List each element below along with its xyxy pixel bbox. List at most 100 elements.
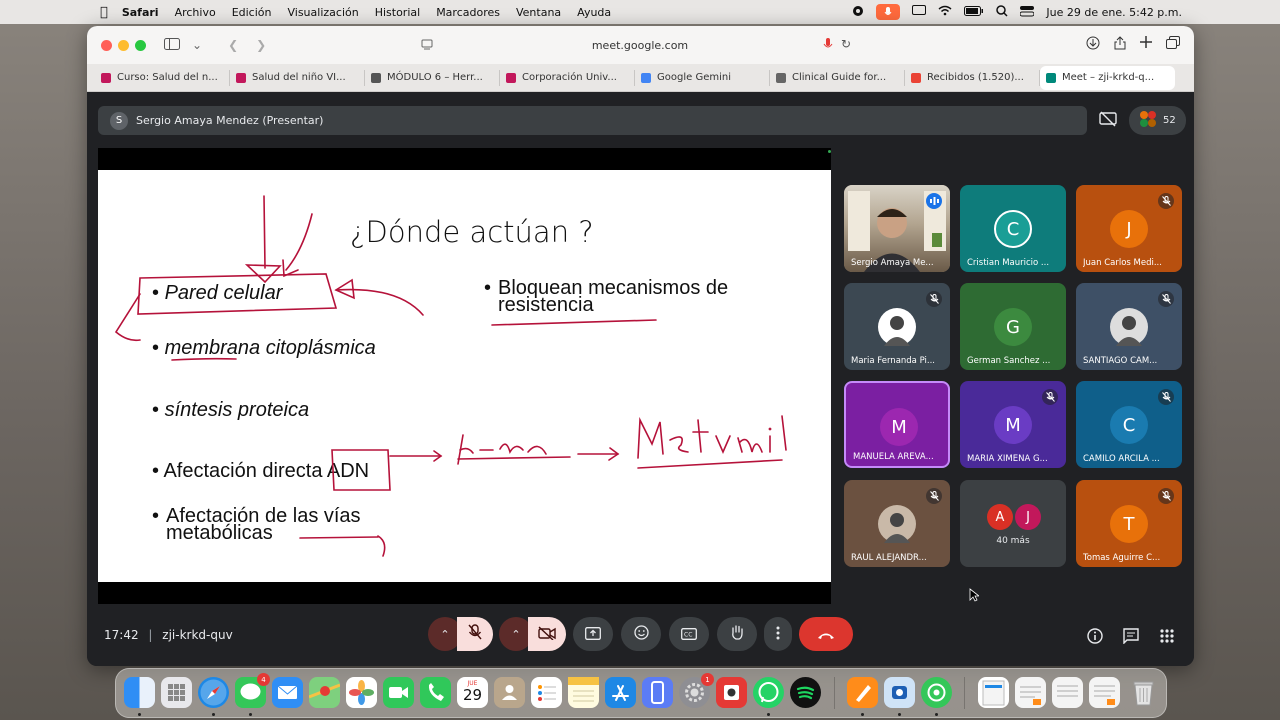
browser-tab[interactable]: Corporación Univ... xyxy=(500,69,635,86)
wifi-icon[interactable] xyxy=(938,5,952,19)
new-tab-icon[interactable] xyxy=(1140,36,1152,54)
control-center-icon[interactable] xyxy=(1019,5,1035,20)
menu-visualizacion[interactable]: Visualización xyxy=(287,6,358,19)
whatsapp-icon[interactable] xyxy=(753,677,784,708)
microphone-indicator-icon[interactable] xyxy=(876,4,901,20)
address-bar[interactable]: meet.google.com ↻ xyxy=(415,32,865,58)
menu-historial[interactable]: Historial xyxy=(375,6,420,19)
app-store-icon[interactable] xyxy=(605,677,636,708)
participants-button[interactable]: 52 xyxy=(1129,106,1186,135)
participant-tile[interactable]: C CAMILO ARCILA ... xyxy=(1076,381,1182,468)
browser-tab[interactable]: MÓDULO 6 – Herr... xyxy=(365,69,500,86)
system-settings-icon[interactable]: 1 xyxy=(679,673,714,708)
mic-muted-icon xyxy=(1158,193,1174,209)
forward-button[interactable]: ❯ xyxy=(256,38,266,52)
participant-tile[interactable]: RAUL ALEJANDR... xyxy=(844,480,950,567)
avatar: C xyxy=(994,210,1032,248)
participant-tile[interactable]: T Tomas Aguirre C... xyxy=(1076,480,1182,567)
reload-icon[interactable]: ↻ xyxy=(841,37,851,51)
photos-icon[interactable] xyxy=(346,677,377,708)
raise-hand-button[interactable] xyxy=(717,617,757,651)
leave-call-button[interactable] xyxy=(799,617,853,651)
screen-mirroring-icon[interactable] xyxy=(912,5,927,19)
downloads-icon[interactable] xyxy=(1086,36,1100,54)
trash-icon[interactable] xyxy=(1128,677,1159,708)
minimize-window-button[interactable] xyxy=(118,39,129,51)
safari-icon[interactable] xyxy=(198,677,229,708)
participant-name: Juan Carlos Medi... xyxy=(1083,258,1162,268)
participant-tile[interactable]: J Juan Carlos Medi... xyxy=(1076,185,1182,272)
menu-ayuda[interactable]: Ayuda xyxy=(577,6,611,19)
menu-marcadores[interactable]: Marcadores xyxy=(436,6,500,19)
document-thumbnail-icon[interactable] xyxy=(1052,677,1083,708)
hang-up-icon xyxy=(817,625,835,644)
browser-tab[interactable]: Google Gemini xyxy=(635,69,770,86)
close-window-button[interactable] xyxy=(101,39,112,51)
launchpad-icon[interactable] xyxy=(161,677,192,708)
spotlight-search-icon[interactable] xyxy=(996,4,1008,20)
reactions-button[interactable] xyxy=(621,617,661,651)
document-thumbnail-icon[interactable] xyxy=(1015,677,1046,708)
iphone-mirroring-icon[interactable] xyxy=(642,677,673,708)
menu-archivo[interactable]: Archivo xyxy=(175,6,216,19)
participant-tile[interactable]: Sergio Amaya Me... xyxy=(844,185,950,272)
messages-icon[interactable]: 4 xyxy=(235,673,270,708)
document-thumbnail-icon[interactable] xyxy=(1089,677,1120,708)
chevron-down-icon[interactable]: ⌄ xyxy=(192,38,202,52)
sidebar-toggle-icon[interactable] xyxy=(164,37,180,53)
app-menu[interactable]: Safari xyxy=(122,6,159,19)
browser-tab[interactable]: Recibidos (1.520)... xyxy=(905,69,1040,86)
camera-toggle-button[interactable] xyxy=(528,617,566,651)
mail-icon[interactable] xyxy=(272,677,303,708)
mic-active-icon[interactable] xyxy=(823,38,833,54)
maps-icon[interactable] xyxy=(308,677,341,708)
browser-tab[interactable]: Curso: Salud del n... xyxy=(95,69,230,86)
chat-icon[interactable] xyxy=(1123,628,1139,648)
facetime-icon[interactable] xyxy=(383,677,414,708)
activities-icon[interactable] xyxy=(1160,628,1174,647)
present-screen-button[interactable] xyxy=(573,617,613,651)
url-text[interactable]: meet.google.com xyxy=(592,39,688,52)
document-thumbnail-icon[interactable] xyxy=(978,677,1009,708)
find-my-icon[interactable] xyxy=(921,677,952,708)
more-participants-tile[interactable]: A J 40 más xyxy=(960,480,1066,567)
contacts-icon[interactable] xyxy=(494,677,525,708)
participant-tile[interactable]: M MANUELA ARÉVA... xyxy=(844,381,950,468)
microphone-toggle-button[interactable] xyxy=(457,617,493,651)
page-settings-icon[interactable] xyxy=(421,38,433,53)
zoom-app-icon[interactable] xyxy=(884,677,915,708)
notes-icon[interactable] xyxy=(568,677,599,708)
menu-edicion[interactable]: Edición xyxy=(232,6,272,19)
participant-tile[interactable]: Maria Fernanda Pi... xyxy=(844,283,950,370)
record-icon[interactable] xyxy=(852,5,864,20)
stop-presenting-view-icon[interactable] xyxy=(1099,111,1117,130)
menu-ventana[interactable]: Ventana xyxy=(516,6,561,19)
browser-tab[interactable]: Meet – zji-krkd-q... xyxy=(1040,65,1175,90)
share-icon[interactable] xyxy=(1114,36,1126,54)
meeting-details-icon[interactable] xyxy=(1087,628,1103,648)
menubar-clock[interactable]: Jue 29 de ene. 5:42 p.m. xyxy=(1046,6,1182,19)
captions-button[interactable]: CC xyxy=(669,617,709,651)
apple-icon[interactable]:  xyxy=(100,5,108,20)
phone-icon[interactable] xyxy=(420,677,451,708)
participant-tile[interactable]: M MARIA XIMENA G... xyxy=(960,381,1066,468)
tab-overview-icon[interactable] xyxy=(1166,36,1180,54)
finder-icon[interactable] xyxy=(124,677,155,708)
calendar-icon[interactable]: JUE 29 xyxy=(457,677,488,708)
pages-icon[interactable] xyxy=(847,677,878,708)
tab-favicon-icon xyxy=(371,72,381,83)
participant-tile[interactable]: SANTIAGO CAM... xyxy=(1076,283,1182,370)
more-options-button[interactable] xyxy=(764,617,792,651)
reminders-icon[interactable] xyxy=(531,677,562,708)
spotify-icon[interactable] xyxy=(790,677,821,708)
dock-divider xyxy=(964,677,965,709)
zoom-window-button[interactable] xyxy=(135,39,146,51)
participant-tile[interactable]: G German Sanchez ... xyxy=(960,283,1066,370)
avatar: J xyxy=(1015,504,1041,530)
photo-booth-icon[interactable] xyxy=(716,677,747,708)
battery-icon[interactable] xyxy=(964,5,984,19)
browser-tab[interactable]: Clinical Guide for... xyxy=(770,69,905,86)
participant-tile[interactable]: C Cristian Mauricio ... xyxy=(960,185,1066,272)
back-button[interactable]: ❮ xyxy=(228,38,238,52)
browser-tab[interactable]: Salud del niño VI... xyxy=(230,69,365,86)
